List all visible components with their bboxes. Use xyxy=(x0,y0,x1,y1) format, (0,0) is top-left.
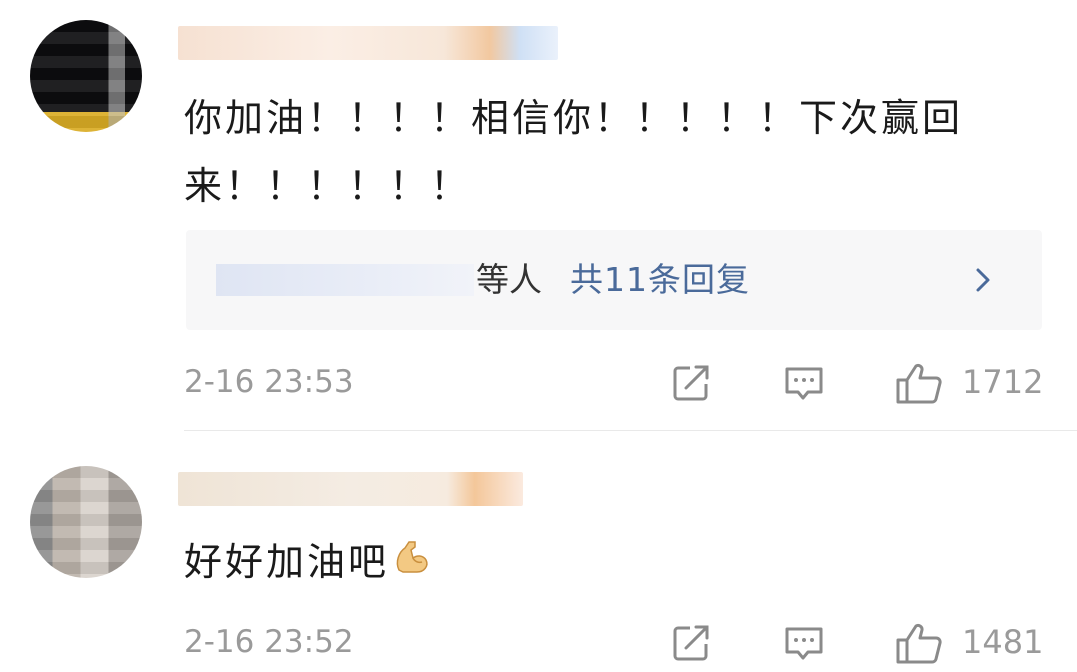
comment-meta: 2-16 23:52 1481 xyxy=(0,612,1077,672)
replies-preview[interactable]: 等人 共11条回复 xyxy=(186,230,1042,330)
share-button[interactable] xyxy=(670,362,712,404)
timestamp: 2-16 23:52 xyxy=(184,624,354,660)
username-blurred[interactable] xyxy=(178,472,523,506)
share-icon xyxy=(673,625,709,661)
avatar[interactable] xyxy=(30,20,142,132)
share-button[interactable] xyxy=(670,622,712,664)
comment-meta: 2-16 23:53 1712 xyxy=(0,352,1077,412)
like-count: 1712 xyxy=(962,363,1044,401)
like-button[interactable] xyxy=(894,362,944,406)
avatar-pixelation xyxy=(30,20,142,132)
like-count: 1481 xyxy=(962,623,1044,661)
reply-button[interactable] xyxy=(782,622,826,664)
reply-button[interactable] xyxy=(782,362,826,404)
flexed-biceps-icon xyxy=(391,531,431,599)
view-replies-link[interactable]: 共11条回复 xyxy=(570,258,750,302)
thumbs-up-icon xyxy=(896,363,942,404)
comment-text: 好好加油吧 xyxy=(184,528,1044,599)
reply-username-blurred xyxy=(216,264,474,296)
username-blurred[interactable] xyxy=(178,26,558,60)
replies-suffix: 等人 xyxy=(476,260,542,299)
comment-item: 你加油！！！！相信你！！！！！下次赢回来！！！！！！ 等人 共11条回复 2-1… xyxy=(0,0,1077,431)
comment-item: 好好加油吧 2-16 23:52 1481 xyxy=(0,432,1077,669)
avatar[interactable] xyxy=(30,466,142,578)
comment-text-content: 好好加油吧 xyxy=(184,540,390,584)
like-button[interactable] xyxy=(894,622,944,666)
share-icon xyxy=(673,365,709,401)
avatar-pixelation xyxy=(30,466,142,578)
comment-icon xyxy=(785,627,823,660)
timestamp: 2-16 23:53 xyxy=(184,364,354,400)
comment-text: 你加油！！！！相信你！！！！！下次赢回来！！！！！！ xyxy=(184,96,964,208)
comment-icon xyxy=(785,367,823,400)
divider xyxy=(184,430,1077,431)
thumbs-up-icon xyxy=(896,623,942,664)
chevron-right-icon xyxy=(972,260,996,300)
